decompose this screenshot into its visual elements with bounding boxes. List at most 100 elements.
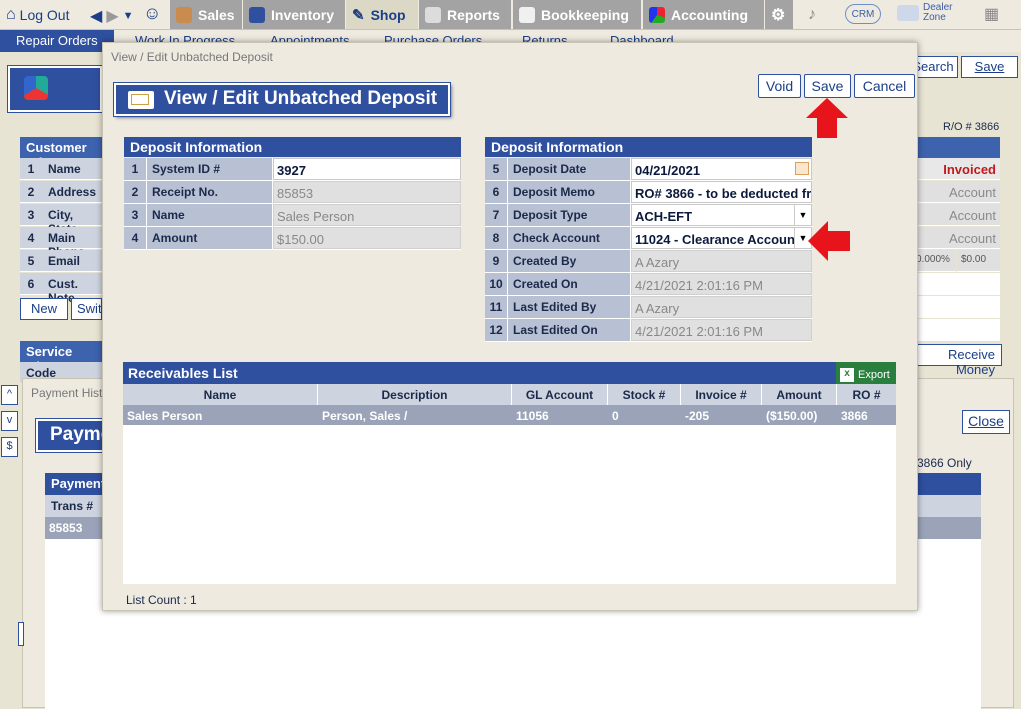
left-deposit-info-header: Deposit Information [124, 137, 461, 157]
page-title-badge [7, 65, 103, 113]
customer-info-header-right [912, 137, 1000, 158]
page-save-button[interactable]: Save [961, 56, 1018, 78]
save-button[interactable]: Save [804, 74, 851, 98]
customer-row: 4Main Phone [20, 227, 102, 259]
customer-row: 6Cust. Note [20, 273, 102, 305]
hidden-button-edge[interactable] [18, 622, 24, 646]
top-nav: ⌂ Log Out ◀ ▶ ▼ ☺ Sales Inventory ✎ Shop Re… [0, 0, 1021, 30]
amount-field: $150.00 [273, 227, 461, 249]
logout-link[interactable]: ⌂ Log Out [6, 6, 70, 24]
field-row: 5 Deposit Date 04/21/2021 [485, 158, 812, 181]
created-on-field: 4/21/2021 2:01:16 PM [631, 273, 812, 295]
account-field: Account [912, 204, 1000, 226]
close-button[interactable]: Close [962, 410, 1010, 434]
tab-shop[interactable]: ✎ Shop [346, 0, 418, 29]
ro-only-label: 3866 Only [917, 456, 972, 470]
dialog-window-title: View / Edit Unbatched Deposit [111, 50, 273, 64]
column-header[interactable]: RO # [837, 384, 896, 405]
last-edited-by-field: A Azary [631, 296, 812, 318]
unbatched-deposit-dialog: View / Edit Unbatched Deposit Void Save … [102, 42, 918, 611]
tax-percent: 0.000% [912, 250, 956, 272]
wrench-icon: ✎ [352, 6, 365, 24]
customer-row: 5 Email [20, 250, 102, 272]
annotation-arrow-up-icon [806, 98, 848, 138]
table-cell[interactable]: 0 [608, 405, 681, 425]
column-header[interactable]: GL Account [512, 384, 608, 405]
deposit-memo-input[interactable]: RO# 3866 - to be deducted from [631, 181, 812, 203]
sales-icon [176, 6, 192, 23]
service-ro-header: Service R/O [20, 341, 102, 374]
calculator-icon[interactable]: ▦ [984, 4, 999, 24]
table-cell[interactable]: 3866 [837, 405, 896, 425]
ro-number: R/O # 3866 [943, 121, 1000, 133]
blank-field [912, 296, 1000, 318]
deposit-type-select[interactable]: ACH-EFT ▼ [631, 204, 812, 226]
pie-chart-icon [649, 6, 665, 23]
tax-amount: $0.00 [957, 250, 1000, 272]
receive-money-button[interactable]: Receive Money [912, 344, 1002, 377]
scroll-up-button[interactable]: ^ [1, 385, 18, 405]
table-cell[interactable]: Person, Sales / [318, 405, 512, 425]
tab-inventory[interactable]: Inventory [243, 0, 345, 29]
bell-icon[interactable]: ♪ [808, 6, 816, 24]
tab-reports[interactable]: Reports [419, 0, 511, 29]
support-icon[interactable]: ☺ [143, 3, 161, 24]
table-cell[interactable]: 11056 [512, 405, 608, 425]
blank-field [912, 319, 1000, 341]
name-field: Sales Person [273, 204, 461, 226]
calendar-icon[interactable] [795, 162, 809, 175]
customer-row: 3City, State [20, 204, 102, 236]
crm-button[interactable]: CRM [845, 4, 881, 24]
forward-icon[interactable]: ▶ [106, 6, 118, 26]
field-row: 7 Deposit Type ACH-EFT ▼ [485, 204, 812, 227]
tab-bookkeeping[interactable]: Bookkeeping [513, 0, 641, 29]
field-row: 3 Name Sales Person [124, 204, 461, 227]
tab-sales[interactable]: Sales [170, 0, 242, 29]
field-row: 4 Amount $150.00 [124, 227, 461, 250]
subtab-repair-orders[interactable]: Repair Orders [0, 30, 114, 52]
chevron-down-icon[interactable]: ▼ [123, 10, 134, 22]
void-button[interactable]: Void [758, 74, 801, 98]
switch-button[interactable]: Switch [71, 298, 102, 320]
field-row: 8 Check Account 11024 - Clearance Accoun… [485, 227, 812, 250]
field-row: 2 Receipt No. 85853 [124, 181, 461, 204]
history-nav[interactable]: ◀ ▶ ▼ [90, 6, 134, 26]
dealer-zone-link[interactable]: Dealer Zone [897, 3, 957, 23]
column-header[interactable]: Stock # [608, 384, 681, 405]
account-field: Account [912, 227, 1000, 249]
excel-icon: x [840, 368, 854, 382]
receivables-list-header: Receivables List [123, 362, 896, 384]
invoiced-status: Invoiced [912, 158, 1000, 180]
deposit-date-input[interactable]: 04/21/2021 [631, 158, 812, 180]
field-row: 6 Deposit Memo RO# 3866 - to be deducted… [485, 181, 812, 204]
column-header[interactable]: Amount [762, 384, 837, 405]
receipt-no-field: 85853 [273, 181, 461, 203]
scroll-down-button[interactable]: v [1, 411, 18, 431]
deposit-envelope-icon [128, 91, 154, 109]
column-header[interactable]: Invoice # [681, 384, 762, 405]
column-header[interactable]: Name [123, 384, 318, 405]
home-icon: ⌂ [6, 6, 16, 23]
new-button[interactable]: New [20, 298, 68, 320]
annotation-arrow-left-icon [808, 221, 850, 261]
gear-icon[interactable]: ⚙ [765, 0, 793, 29]
account-field: Account [912, 181, 1000, 203]
car-icon [249, 6, 265, 23]
back-icon[interactable]: ◀ [90, 6, 102, 26]
check-account-select[interactable]: 11024 - Clearance Account ▼ [631, 227, 812, 249]
table-cell[interactable]: Sales Person [123, 405, 318, 425]
dialog-title: View / Edit Unbatched Deposit [113, 82, 451, 117]
customer-row: 1 Name [20, 158, 102, 180]
tab-accounting[interactable]: Accounting [643, 0, 764, 29]
cancel-button[interactable]: Cancel [854, 74, 915, 98]
receivables-list: Receivables List x Export Name Descripti… [123, 362, 896, 584]
field-row: 10 Created On 4/21/2021 2:01:16 PM [485, 273, 812, 296]
table-cell[interactable]: -205 [681, 405, 762, 425]
payment-button[interactable]: $ [1, 437, 18, 457]
export-button[interactable]: x Export [836, 362, 896, 384]
customer-row: 2 Address [20, 181, 102, 203]
system-id-input[interactable]: 3927 [273, 158, 461, 180]
table-cell[interactable]: ($150.00) [762, 405, 837, 425]
column-header[interactable]: Description [318, 384, 512, 405]
created-by-field: A Azary [631, 250, 812, 272]
